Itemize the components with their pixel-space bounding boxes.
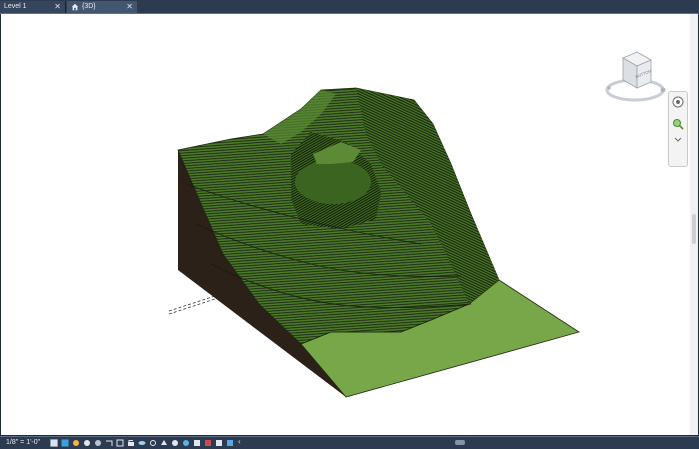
viewcube-rotate-icon[interactable] [660,87,666,93]
horizontal-scrollbar[interactable] [250,440,690,445]
highlight-displacement-icon[interactable] [182,439,190,447]
scroll-thumb[interactable] [692,214,696,244]
tab-label: Level 1 [4,3,27,10]
visual-style-icon[interactable] [61,439,69,447]
3d-view-canvas[interactable]: BOTTOM [1,14,698,435]
rendering-icon[interactable] [94,439,102,447]
navbar-menu-chevron-icon[interactable] [672,134,684,146]
temporary-hide-icon[interactable] [138,439,146,447]
sun-path-icon[interactable] [72,439,80,447]
viewcube-icon[interactable]: BOTTOM [603,44,667,112]
show-crop-icon[interactable] [116,439,124,447]
scale-selector[interactable]: 1/8" = 1'-0" [6,438,40,448]
analytical-model-icon[interactable] [171,439,179,447]
unlock-3d-icon[interactable] [127,439,135,447]
view-tab-bar: Level 1 ✕ {3D} ✕ [0,0,699,14]
reveal-constraints-icon[interactable] [193,439,201,447]
terrain-crater-floor [295,160,371,204]
tab-level-1[interactable]: Level 1 ✕ [0,1,66,13]
crop-view-icon[interactable] [105,439,113,447]
toposurface-model[interactable] [1,14,690,435]
view-control-bar: 1/8" = 1'-0" ‹ [0,436,699,449]
close-icon[interactable]: ✕ [126,1,133,13]
reveal-hidden-icon[interactable] [149,439,157,447]
navigation-bar [668,91,688,167]
scroll-left-icon[interactable]: ‹ [238,437,241,446]
scroll-thumb[interactable] [455,440,465,445]
detail-level-icon[interactable] [50,439,58,447]
vertical-scrollbar[interactable] [690,14,698,435]
constraint-icon[interactable] [226,439,234,447]
design-option-icon[interactable] [215,439,223,447]
property-line [168,295,216,315]
zoom-icon[interactable] [672,118,684,130]
close-icon[interactable]: ✕ [54,1,61,13]
shadows-icon[interactable] [83,439,91,447]
viewcube-compass-icon[interactable] [607,86,611,90]
tab-label: {3D} [82,3,96,10]
full-navigation-wheel-icon[interactable] [672,96,684,108]
workset-icon[interactable] [204,439,212,447]
house-icon [71,3,79,11]
tab-3d[interactable]: {3D} ✕ [67,1,137,13]
worksharing-icon[interactable] [160,439,168,447]
